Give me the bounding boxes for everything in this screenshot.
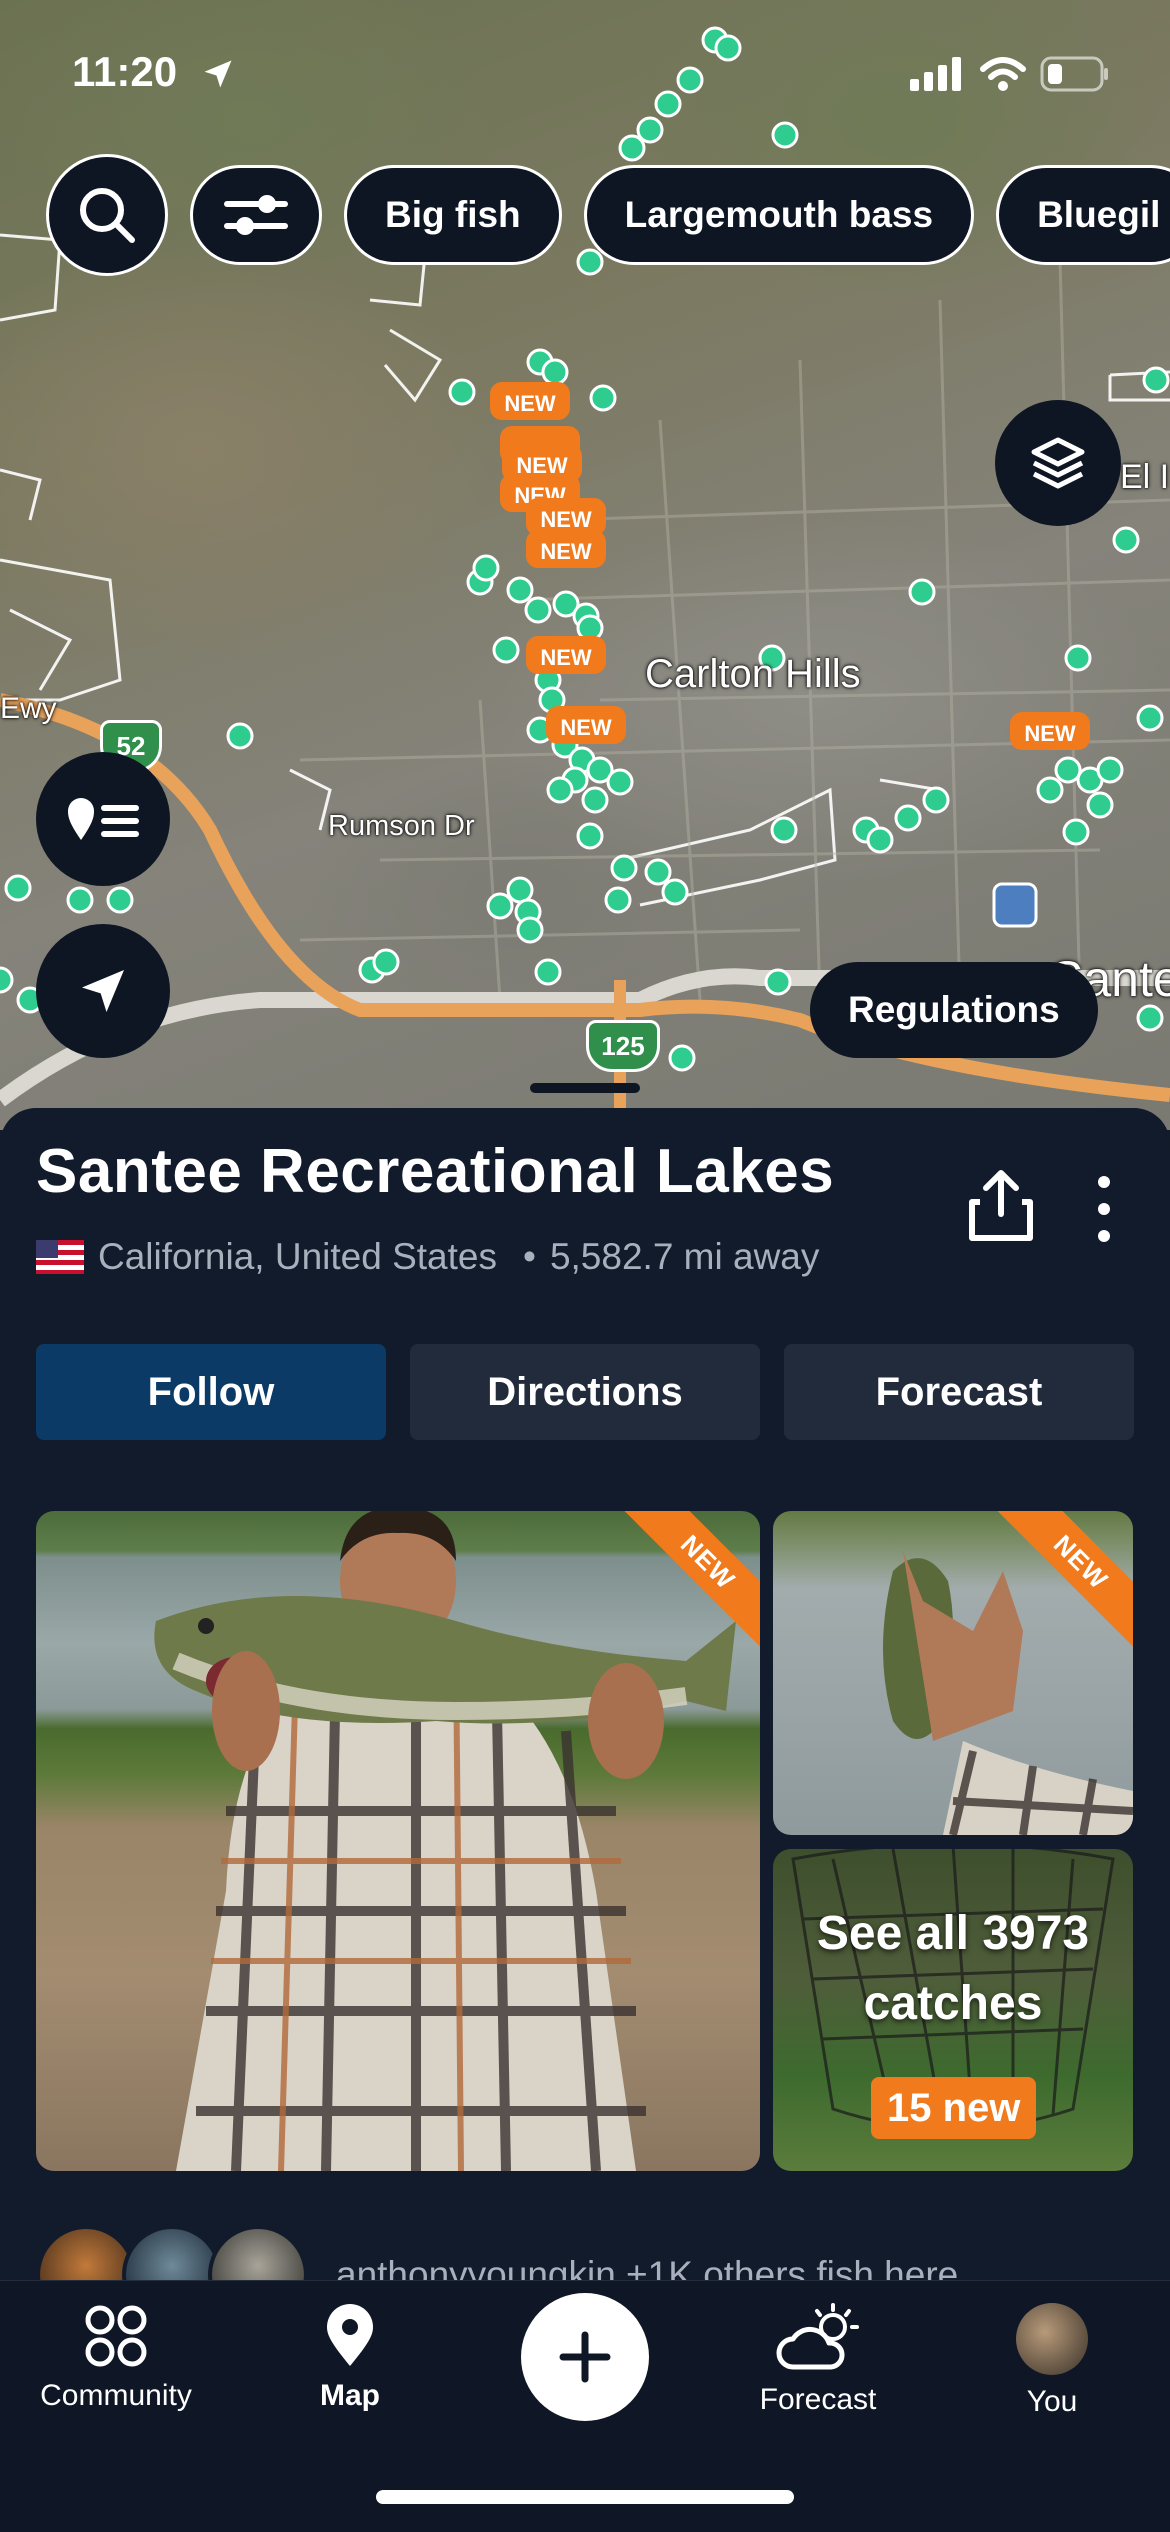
- tab-you[interactable]: You: [952, 2303, 1152, 2419]
- svg-text:NEW: NEW: [504, 391, 556, 416]
- my-location-button[interactable]: [36, 924, 170, 1058]
- sheet-drag-handle[interactable]: [530, 1083, 640, 1093]
- directions-button[interactable]: Directions: [410, 1344, 760, 1440]
- place-distance: 5,582.7 mi away: [549, 1236, 820, 1277]
- forecast-button[interactable]: Forecast: [784, 1344, 1134, 1440]
- status-icons: [910, 56, 1110, 92]
- add-catch-button[interactable]: [521, 2293, 649, 2421]
- see-all-catches-label: See all 3973 catches: [816, 1907, 1090, 2030]
- action-button-row: Follow Directions Forecast: [36, 1344, 1134, 1440]
- tab-map[interactable]: Map: [250, 2303, 450, 2413]
- us-flag-icon: [36, 1240, 84, 1274]
- community-icon: [85, 2305, 147, 2367]
- chip-bluegill[interactable]: Bluegil: [996, 165, 1170, 265]
- map-label-ewy: Ewy: [0, 692, 57, 725]
- tab-map-label: Map: [320, 2379, 380, 2412]
- search-icon: [80, 188, 135, 243]
- filter-chip-row: Big fish Largemouth bass Bluegil: [46, 154, 1170, 276]
- pin-list-icon: [68, 798, 139, 840]
- home-indicator[interactable]: [376, 2490, 794, 2504]
- svg-text:NEW: NEW: [1024, 721, 1076, 746]
- separator-dot: •: [522, 1236, 536, 1277]
- tab-community-label: Community: [40, 2379, 192, 2412]
- map-label-el: El I: [1120, 458, 1170, 496]
- place-subtitle: California, United States • 5,582.7 mi a…: [36, 1236, 819, 1278]
- location-arrow-icon: [204, 60, 232, 88]
- svg-text:NEW: NEW: [540, 507, 592, 532]
- map-layers-button[interactable]: [995, 400, 1121, 526]
- angler-with-bass-image: [154, 1511, 736, 2171]
- svg-text:NEW: NEW: [560, 715, 612, 740]
- share-icon[interactable]: [966, 1168, 1036, 1244]
- battery-icon: [1040, 56, 1108, 92]
- sliders-icon: [224, 195, 288, 235]
- map-view[interactable]: NEW NEW NEW NEW NEW NEW NEW NEW Carlton …: [0, 0, 1170, 1130]
- navigation-arrow-icon: [82, 970, 124, 1012]
- regulations-button[interactable]: Regulations: [810, 962, 1098, 1058]
- new-catches-badge: 15 new: [871, 2077, 1037, 2139]
- tab-you-label: You: [1026, 2385, 1078, 2418]
- map-label-rumson-dr: Rumson Dr: [328, 810, 475, 842]
- search-button[interactable]: [46, 154, 168, 276]
- chip-largemouth-bass[interactable]: Largemouth bass: [583, 165, 975, 265]
- place-title: Santee Recreational Lakes: [36, 1137, 835, 1206]
- svg-text:NEW: NEW: [540, 539, 592, 564]
- map-pin-icon: [327, 2304, 373, 2366]
- catch-photo-main[interactable]: NEW: [36, 1511, 760, 2171]
- catch-photo-secondary[interactable]: NEW: [773, 1511, 1133, 1835]
- see-all-catches-tile[interactable]: See all 3973 catches 15 new: [773, 1849, 1133, 2171]
- plus-icon: [559, 2331, 611, 2383]
- more-options-icon[interactable]: [1090, 1176, 1118, 1242]
- wifi-icon: [980, 57, 1026, 91]
- svg-text:NEW: NEW: [540, 645, 592, 670]
- avatar: [1016, 2303, 1088, 2375]
- weather-icon: [776, 2303, 859, 2370]
- follow-button[interactable]: Follow: [36, 1344, 386, 1440]
- pin-list-button[interactable]: [36, 752, 170, 886]
- status-time: 11:20: [72, 48, 178, 95]
- tab-forecast[interactable]: Forecast: [718, 2303, 918, 2417]
- place-location: California, United States: [98, 1236, 497, 1277]
- tab-forecast-label: Forecast: [759, 2383, 877, 2416]
- map-label-carlton-hills: Carlton Hills: [645, 652, 861, 696]
- filter-button[interactable]: [190, 165, 322, 265]
- chip-big-fish[interactable]: Big fish: [344, 165, 562, 265]
- tab-community[interactable]: Community: [16, 2303, 216, 2413]
- layers-icon: [1031, 437, 1085, 489]
- cellular-signal-icon: [910, 57, 961, 91]
- route-shield-125: 125: [586, 1020, 660, 1072]
